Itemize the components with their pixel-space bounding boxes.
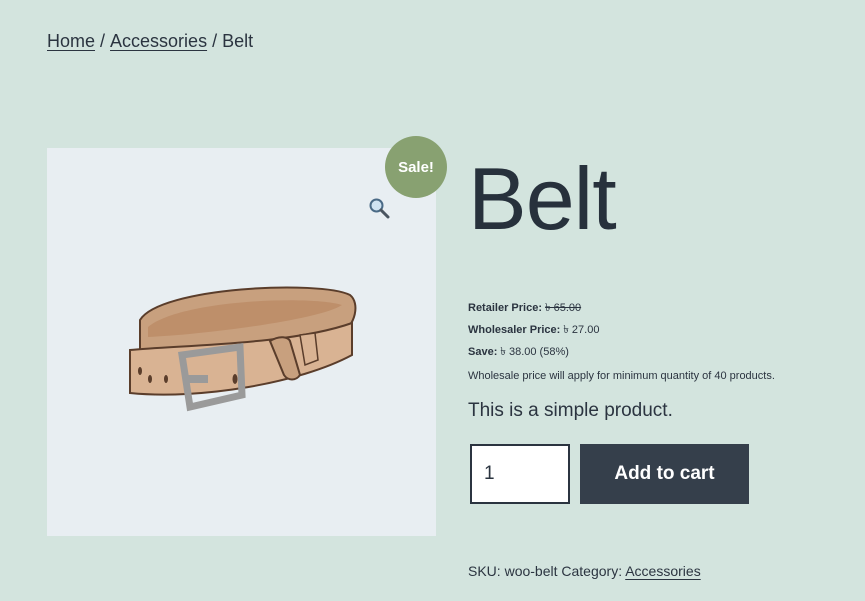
- magnifier-icon[interactable]: [368, 197, 390, 219]
- category-link[interactable]: Accessories: [625, 563, 700, 579]
- breadcrumb-separator: /: [100, 31, 106, 51]
- sku-value: woo-belt: [504, 563, 558, 579]
- short-description: This is a simple product.: [468, 400, 673, 421]
- quantity-input[interactable]: [470, 444, 570, 504]
- retailer-price-row: Retailer Price: ৳ 65.00: [468, 299, 581, 318]
- retailer-price-value: ৳ 65.00: [545, 302, 582, 314]
- breadcrumb-category-link[interactable]: Accessories: [110, 31, 207, 51]
- retailer-price-label: Retailer Price:: [468, 302, 542, 314]
- wholesaler-price-row: Wholesaler Price: ৳ 27.00: [468, 321, 599, 340]
- save-value: ৳ 38.00 (58%): [500, 346, 569, 358]
- category-label: Category:: [561, 563, 623, 579]
- save-label: Save:: [468, 346, 498, 358]
- wholesaler-price-value: ৳ 27.00: [563, 324, 600, 336]
- sku-label: SKU:: [468, 563, 501, 579]
- product-title: Belt: [468, 149, 617, 248]
- breadcrumb-current: Belt: [222, 31, 254, 51]
- wholesale-notice: Wholesale price will apply for minimum q…: [468, 370, 775, 382]
- add-to-cart-button[interactable]: Add to cart: [580, 444, 749, 504]
- sale-badge: Sale!: [385, 136, 447, 198]
- product-image[interactable]: [120, 275, 365, 415]
- save-row: Save: ৳ 38.00 (58%): [468, 343, 569, 362]
- wholesaler-price-label: Wholesaler Price:: [468, 324, 561, 336]
- breadcrumb-home-link[interactable]: Home: [47, 31, 95, 51]
- breadcrumb-separator: /: [212, 31, 218, 51]
- product-meta: SKU: woo-belt Category: Accessories: [468, 563, 701, 579]
- breadcrumb: Home / Accessories / Belt: [47, 31, 253, 52]
